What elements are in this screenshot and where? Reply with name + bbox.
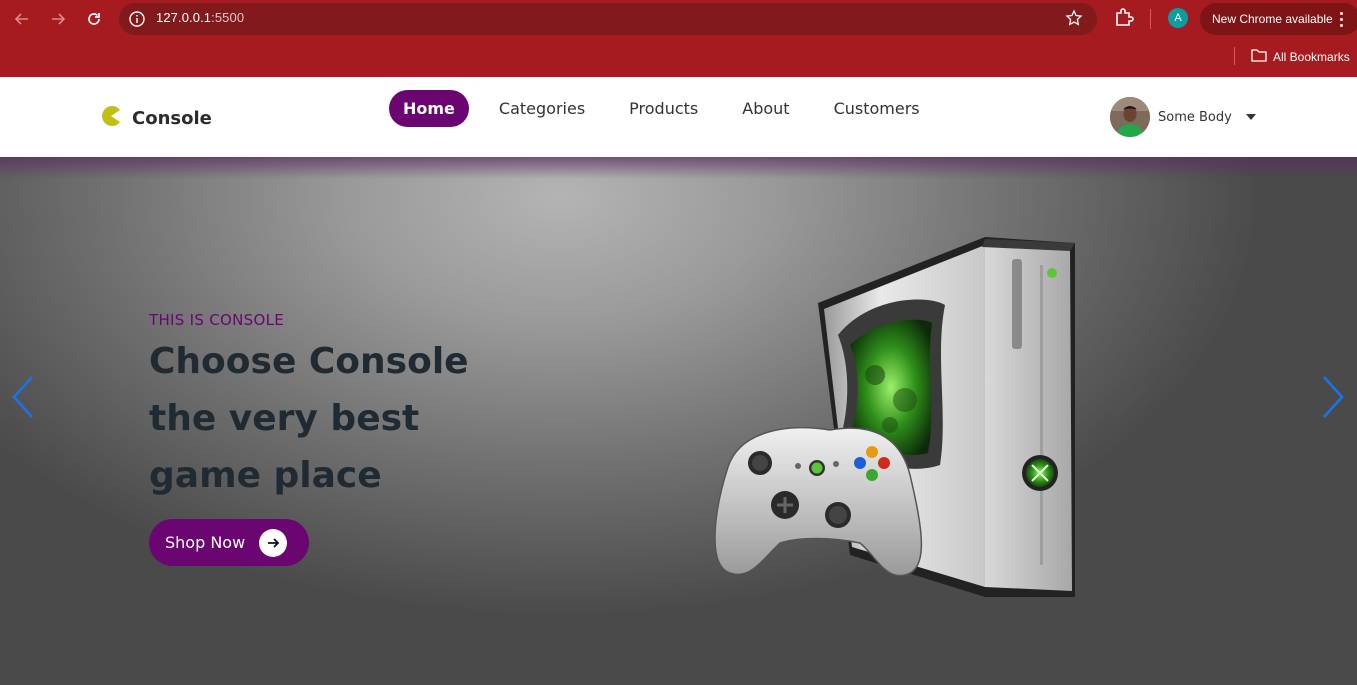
user-avatar (1110, 97, 1150, 137)
main-nav: Home Categories Products About Customers (389, 90, 944, 127)
browser-chrome: 127.0.0.1:5500 A New Chrome available Al… (0, 0, 1357, 77)
star-icon[interactable] (1065, 9, 1083, 31)
header-shadow (0, 157, 1357, 179)
carousel-next-icon[interactable] (1318, 373, 1348, 425)
arrow-right-icon (259, 528, 288, 557)
all-bookmarks-label: All Bookmarks (1273, 49, 1350, 64)
site-logo[interactable]: Console (100, 105, 212, 131)
folder-icon (1251, 48, 1267, 65)
more-icon[interactable] (1340, 12, 1344, 30)
all-bookmarks[interactable]: All Bookmarks (1251, 48, 1350, 65)
bookmarks-divider (1234, 47, 1235, 65)
profile-avatar[interactable]: A (1168, 8, 1188, 28)
back-icon[interactable] (8, 6, 36, 32)
hero-eyebrow: THIS IS CONSOLE (149, 311, 285, 329)
extensions-icon[interactable] (1113, 7, 1135, 33)
chevron-down-icon[interactable] (1245, 114, 1256, 120)
site-header: Console Home Categories Products About C… (0, 77, 1357, 157)
url-port: :5500 (211, 10, 245, 25)
hero-headline: Choose Console the very best game place (149, 341, 469, 496)
logo-text: Console (132, 107, 212, 129)
nav-products[interactable]: Products (609, 90, 718, 127)
nav-customers[interactable]: Customers (814, 90, 940, 127)
nav-home[interactable]: Home (389, 90, 469, 127)
user-name: Some Body (1158, 109, 1232, 125)
shop-now-button[interactable]: Shop Now (149, 519, 309, 566)
url-host: 127.0.0.1 (156, 10, 212, 25)
console-product-image (700, 225, 1090, 609)
carousel-prev-icon[interactable] (8, 373, 38, 425)
pacman-logo-icon (100, 105, 122, 131)
reload-icon[interactable] (80, 6, 108, 32)
nav-categories[interactable]: Categories (479, 90, 605, 127)
update-label: New Chrome available (1212, 12, 1333, 26)
toolbar-divider (1150, 9, 1151, 29)
forward-icon[interactable] (44, 6, 72, 32)
shop-now-label: Shop Now (165, 533, 246, 552)
user-menu[interactable]: Some Body (1110, 97, 1256, 137)
nav-about[interactable]: About (722, 90, 809, 127)
browser-nav (8, 6, 108, 32)
hero-section: THIS IS CONSOLE Choose Console the very … (0, 157, 1357, 685)
url-text: 127.0.0.1:5500 (156, 10, 244, 25)
address-bar[interactable]: 127.0.0.1:5500 (119, 3, 1097, 35)
update-button[interactable]: New Chrome available (1200, 3, 1357, 35)
info-icon[interactable] (128, 10, 146, 32)
